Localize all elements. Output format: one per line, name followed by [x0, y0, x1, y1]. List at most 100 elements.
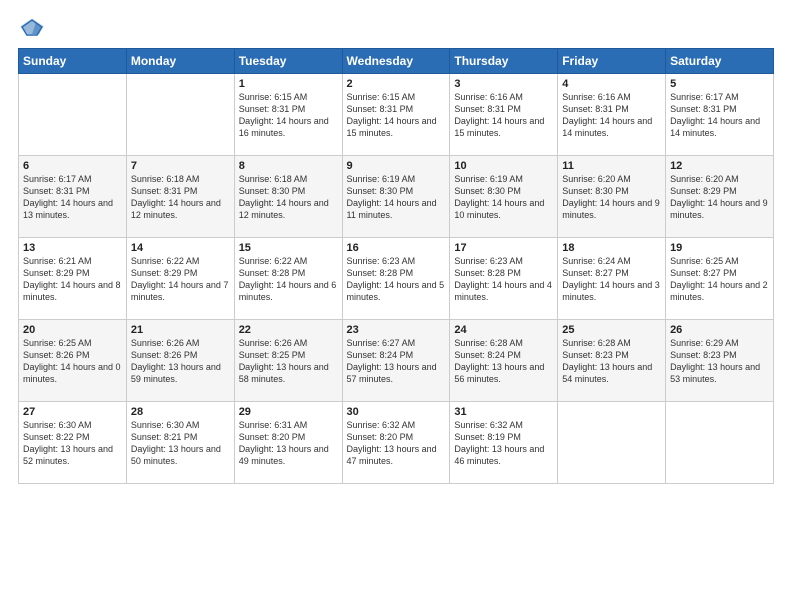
day-number: 1 [239, 78, 338, 90]
logo-icon [18, 16, 46, 38]
calendar-cell: 6Sunrise: 6:17 AM Sunset: 8:31 PM Daylig… [19, 156, 127, 238]
calendar-cell: 22Sunrise: 6:26 AM Sunset: 8:25 PM Dayli… [234, 320, 342, 402]
day-number: 30 [347, 406, 446, 418]
day-number: 26 [670, 324, 769, 336]
calendar-cell: 27Sunrise: 6:30 AM Sunset: 8:22 PM Dayli… [19, 402, 127, 484]
calendar-cell [666, 402, 774, 484]
day-number: 3 [454, 78, 553, 90]
day-info: Sunrise: 6:18 AM Sunset: 8:30 PM Dayligh… [239, 173, 338, 222]
day-info: Sunrise: 6:28 AM Sunset: 8:23 PM Dayligh… [562, 337, 661, 386]
day-number: 29 [239, 406, 338, 418]
calendar-cell: 29Sunrise: 6:31 AM Sunset: 8:20 PM Dayli… [234, 402, 342, 484]
day-number: 9 [347, 160, 446, 172]
day-info: Sunrise: 6:22 AM Sunset: 8:28 PM Dayligh… [239, 255, 338, 304]
day-number: 24 [454, 324, 553, 336]
day-info: Sunrise: 6:30 AM Sunset: 8:21 PM Dayligh… [131, 419, 230, 468]
day-number: 4 [562, 78, 661, 90]
calendar-cell: 17Sunrise: 6:23 AM Sunset: 8:28 PM Dayli… [450, 238, 558, 320]
day-info: Sunrise: 6:19 AM Sunset: 8:30 PM Dayligh… [454, 173, 553, 222]
calendar-cell [19, 74, 127, 156]
day-info: Sunrise: 6:32 AM Sunset: 8:19 PM Dayligh… [454, 419, 553, 468]
day-number: 14 [131, 242, 230, 254]
day-info: Sunrise: 6:30 AM Sunset: 8:22 PM Dayligh… [23, 419, 122, 468]
day-info: Sunrise: 6:20 AM Sunset: 8:30 PM Dayligh… [562, 173, 661, 222]
day-info: Sunrise: 6:21 AM Sunset: 8:29 PM Dayligh… [23, 255, 122, 304]
day-info: Sunrise: 6:16 AM Sunset: 8:31 PM Dayligh… [562, 91, 661, 140]
weekday-header-wednesday: Wednesday [342, 49, 450, 74]
calendar-cell: 13Sunrise: 6:21 AM Sunset: 8:29 PM Dayli… [19, 238, 127, 320]
weekday-header-monday: Monday [126, 49, 234, 74]
weekday-header-tuesday: Tuesday [234, 49, 342, 74]
logo [18, 16, 50, 38]
calendar-cell [558, 402, 666, 484]
calendar-cell: 11Sunrise: 6:20 AM Sunset: 8:30 PM Dayli… [558, 156, 666, 238]
day-number: 20 [23, 324, 122, 336]
day-number: 25 [562, 324, 661, 336]
day-number: 18 [562, 242, 661, 254]
calendar-cell: 30Sunrise: 6:32 AM Sunset: 8:20 PM Dayli… [342, 402, 450, 484]
calendar-cell: 10Sunrise: 6:19 AM Sunset: 8:30 PM Dayli… [450, 156, 558, 238]
page-header [18, 16, 774, 38]
day-info: Sunrise: 6:26 AM Sunset: 8:26 PM Dayligh… [131, 337, 230, 386]
week-row-1: 1Sunrise: 6:15 AM Sunset: 8:31 PM Daylig… [19, 74, 774, 156]
calendar-cell: 12Sunrise: 6:20 AM Sunset: 8:29 PM Dayli… [666, 156, 774, 238]
calendar-cell: 28Sunrise: 6:30 AM Sunset: 8:21 PM Dayli… [126, 402, 234, 484]
weekday-header-saturday: Saturday [666, 49, 774, 74]
calendar-cell: 16Sunrise: 6:23 AM Sunset: 8:28 PM Dayli… [342, 238, 450, 320]
day-number: 10 [454, 160, 553, 172]
day-info: Sunrise: 6:27 AM Sunset: 8:24 PM Dayligh… [347, 337, 446, 386]
calendar-cell: 24Sunrise: 6:28 AM Sunset: 8:24 PM Dayli… [450, 320, 558, 402]
day-info: Sunrise: 6:32 AM Sunset: 8:20 PM Dayligh… [347, 419, 446, 468]
day-number: 23 [347, 324, 446, 336]
day-info: Sunrise: 6:17 AM Sunset: 8:31 PM Dayligh… [670, 91, 769, 140]
calendar-cell: 26Sunrise: 6:29 AM Sunset: 8:23 PM Dayli… [666, 320, 774, 402]
day-info: Sunrise: 6:22 AM Sunset: 8:29 PM Dayligh… [131, 255, 230, 304]
calendar-cell: 8Sunrise: 6:18 AM Sunset: 8:30 PM Daylig… [234, 156, 342, 238]
day-number: 31 [454, 406, 553, 418]
day-number: 11 [562, 160, 661, 172]
calendar-cell: 5Sunrise: 6:17 AM Sunset: 8:31 PM Daylig… [666, 74, 774, 156]
day-info: Sunrise: 6:29 AM Sunset: 8:23 PM Dayligh… [670, 337, 769, 386]
day-info: Sunrise: 6:16 AM Sunset: 8:31 PM Dayligh… [454, 91, 553, 140]
calendar-cell: 4Sunrise: 6:16 AM Sunset: 8:31 PM Daylig… [558, 74, 666, 156]
day-info: Sunrise: 6:23 AM Sunset: 8:28 PM Dayligh… [347, 255, 446, 304]
day-number: 22 [239, 324, 338, 336]
calendar-table: SundayMondayTuesdayWednesdayThursdayFrid… [18, 48, 774, 484]
day-info: Sunrise: 6:26 AM Sunset: 8:25 PM Dayligh… [239, 337, 338, 386]
day-info: Sunrise: 6:31 AM Sunset: 8:20 PM Dayligh… [239, 419, 338, 468]
weekday-header-thursday: Thursday [450, 49, 558, 74]
weekday-header-friday: Friday [558, 49, 666, 74]
calendar-cell [126, 74, 234, 156]
day-number: 13 [23, 242, 122, 254]
day-info: Sunrise: 6:19 AM Sunset: 8:30 PM Dayligh… [347, 173, 446, 222]
calendar-cell: 25Sunrise: 6:28 AM Sunset: 8:23 PM Dayli… [558, 320, 666, 402]
calendar-cell: 2Sunrise: 6:15 AM Sunset: 8:31 PM Daylig… [342, 74, 450, 156]
day-number: 5 [670, 78, 769, 90]
calendar-cell: 14Sunrise: 6:22 AM Sunset: 8:29 PM Dayli… [126, 238, 234, 320]
calendar-cell: 21Sunrise: 6:26 AM Sunset: 8:26 PM Dayli… [126, 320, 234, 402]
weekday-header-sunday: Sunday [19, 49, 127, 74]
day-info: Sunrise: 6:25 AM Sunset: 8:26 PM Dayligh… [23, 337, 122, 386]
day-number: 12 [670, 160, 769, 172]
calendar-cell: 7Sunrise: 6:18 AM Sunset: 8:31 PM Daylig… [126, 156, 234, 238]
day-info: Sunrise: 6:24 AM Sunset: 8:27 PM Dayligh… [562, 255, 661, 304]
calendar-cell: 3Sunrise: 6:16 AM Sunset: 8:31 PM Daylig… [450, 74, 558, 156]
weekday-header-row: SundayMondayTuesdayWednesdayThursdayFrid… [19, 49, 774, 74]
calendar-cell: 9Sunrise: 6:19 AM Sunset: 8:30 PM Daylig… [342, 156, 450, 238]
day-number: 8 [239, 160, 338, 172]
day-number: 15 [239, 242, 338, 254]
calendar-cell: 20Sunrise: 6:25 AM Sunset: 8:26 PM Dayli… [19, 320, 127, 402]
day-info: Sunrise: 6:28 AM Sunset: 8:24 PM Dayligh… [454, 337, 553, 386]
week-row-3: 13Sunrise: 6:21 AM Sunset: 8:29 PM Dayli… [19, 238, 774, 320]
calendar-cell: 23Sunrise: 6:27 AM Sunset: 8:24 PM Dayli… [342, 320, 450, 402]
day-number: 21 [131, 324, 230, 336]
calendar-cell: 1Sunrise: 6:15 AM Sunset: 8:31 PM Daylig… [234, 74, 342, 156]
day-number: 28 [131, 406, 230, 418]
week-row-4: 20Sunrise: 6:25 AM Sunset: 8:26 PM Dayli… [19, 320, 774, 402]
day-number: 19 [670, 242, 769, 254]
day-info: Sunrise: 6:17 AM Sunset: 8:31 PM Dayligh… [23, 173, 122, 222]
calendar-cell: 18Sunrise: 6:24 AM Sunset: 8:27 PM Dayli… [558, 238, 666, 320]
day-info: Sunrise: 6:15 AM Sunset: 8:31 PM Dayligh… [239, 91, 338, 140]
day-number: 7 [131, 160, 230, 172]
day-info: Sunrise: 6:25 AM Sunset: 8:27 PM Dayligh… [670, 255, 769, 304]
